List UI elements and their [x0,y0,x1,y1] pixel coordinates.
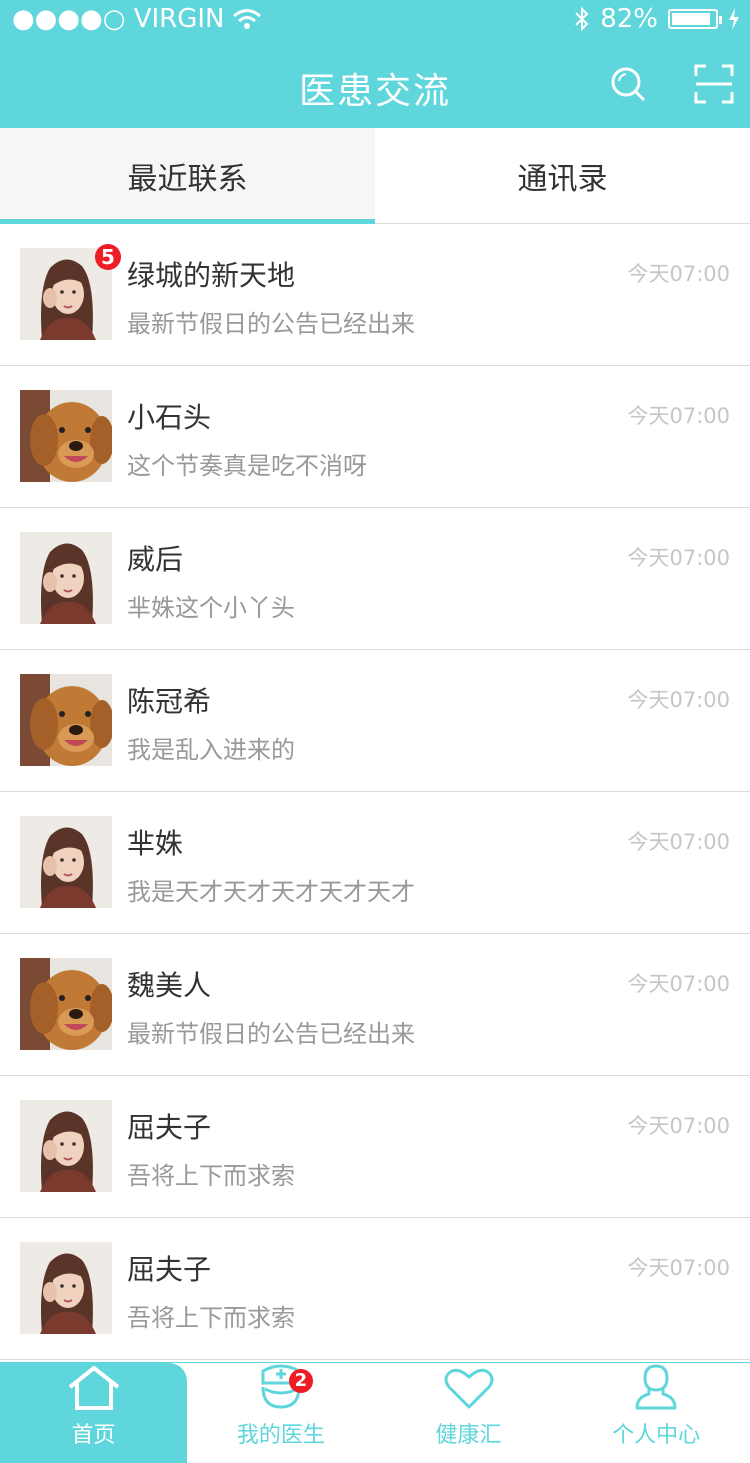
message-preview: 最新节假日的公告已经出来 [127,310,415,338]
battery-percent: 82% [600,4,658,34]
avatar [20,1242,112,1334]
status-bar: ●●●●○ VIRGIN 82% [0,0,750,40]
contact-name: 芈姝 [127,827,184,860]
tab-recent-label: 最近联系 [127,161,248,197]
message-time: 今天07:00 [627,972,730,996]
message-time: 今天07:00 [627,1256,730,1280]
tab-profile-label: 个人中心 [612,1423,701,1448]
tab-profile[interactable]: 个人中心 [562,1363,750,1463]
bottom-tab-bar: 首页 2 我的医生 健康汇 个人中心 [0,1362,750,1463]
message-time: 今天07:00 [627,830,730,854]
woman-avatar-icon [20,1242,112,1334]
carrier-label: ●●●●○ VIRGIN [12,4,225,34]
contact-name: 威后 [127,543,184,576]
tab-recent[interactable]: 最近联系 [0,128,375,224]
doctor-badge: 2 [288,1369,313,1393]
message-preview: 这个节奏真是吃不消呀 [127,452,367,480]
contact-name: 陈冠希 [127,685,212,718]
message-preview: 我是天才天才天才天才天才 [127,878,415,906]
woman-avatar-icon [20,816,112,908]
message-preview: 吾将上下而求索 [127,1304,295,1332]
contact-row[interactable]: 芈姝我是天才天才天才天才天才 今天07:00 [0,792,750,934]
contact-name: 屈夫子 [127,1111,212,1144]
message-time: 今天07:00 [627,262,730,286]
message-time: 今天07:00 [627,1114,730,1138]
dog-avatar-icon [20,674,112,766]
woman-avatar-icon [20,532,112,624]
heart-icon [444,1368,493,1409]
tab-contacts-label: 通讯录 [517,161,608,197]
unread-badge: 5 [95,244,121,270]
charging-icon [729,8,739,30]
contact-list: 5 绿城的新天地 最新节假日的公告已经出来 今天07:00 小石头 这个节奏真是吃不消呀今… [0,224,750,1360]
contact-row[interactable]: 小石头这个节奏真是吃不消呀 今天07:00 [0,366,750,508]
home-icon [68,1366,119,1410]
avatar [20,532,112,624]
avatar [20,674,112,766]
tab-home[interactable]: 首页 [0,1363,187,1463]
scan-icon[interactable] [694,64,734,104]
avatar [20,958,112,1050]
contact-name: 绿城的新天地 [127,259,296,292]
top-bar: ●●●●○ VIRGIN 82% 医患交流 [0,0,750,128]
contact-row[interactable]: 屈夫子吾将上下而求索 今天07:00 [0,1218,750,1360]
contact-name: 魏美人 [127,969,212,1002]
woman-avatar-icon [20,1100,112,1192]
avatar [20,816,112,908]
search-icon[interactable] [608,64,648,104]
contact-row[interactable]: 屈夫子吾将上下而求索 今天07:00 [0,1076,750,1218]
tab-home-label: 首页 [71,1423,116,1448]
message-preview: 芈姝这个小丫头 [127,594,295,622]
bluetooth-icon [575,6,589,32]
dog-avatar-icon [20,958,112,1050]
tab-contacts[interactable]: 通讯录 [375,128,750,223]
contact-name: 屈夫子 [127,1253,212,1286]
message-time: 今天07:00 [627,546,730,570]
message-time: 今天07:00 [627,404,730,428]
contact-row[interactable]: 威后芈姝这个小丫头 今天07:00 [0,508,750,650]
message-time: 今天07:00 [627,688,730,712]
tab-bar: 最近联系 通讯录 [0,128,750,224]
person-icon [635,1364,677,1410]
wifi-icon [233,9,262,29]
avatar [20,1100,112,1192]
tab-health-label: 健康汇 [435,1423,502,1448]
contact-name: 小石头 [127,401,212,434]
tab-my-doctor-label: 我的医生 [236,1423,325,1448]
dog-avatar-icon [20,390,112,482]
tab-health[interactable]: 健康汇 [375,1363,563,1463]
message-preview: 吾将上下而求索 [127,1162,295,1190]
message-preview: 最新节假日的公告已经出来 [127,1020,415,1048]
contact-row[interactable]: 5 绿城的新天地最新节假日的公告已经出来 今天07:00 [0,224,750,366]
message-preview: 我是乱入进来的 [127,736,295,764]
battery-icon [668,9,722,29]
contact-row[interactable]: 陈冠希我是乱入进来的 今天07:00 [0,650,750,792]
contact-row[interactable]: 魏美人最新节假日的公告已经出来 今天07:00 [0,934,750,1076]
avatar [20,390,112,482]
tab-my-doctor[interactable]: 2 我的医生 [187,1363,375,1463]
